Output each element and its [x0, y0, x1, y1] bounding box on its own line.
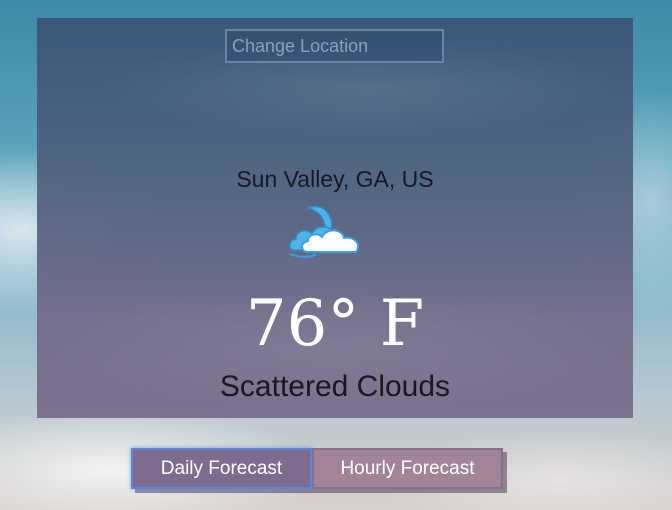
temperature-readout: 76° F [245, 287, 425, 361]
change-location-input[interactable] [225, 29, 444, 63]
weather-description: Scattered Clouds [219, 370, 451, 403]
daily-forecast-button[interactable]: Daily Forecast [131, 448, 312, 489]
location-name: Sun Valley, GA, US [236, 166, 434, 192]
scattered-clouds-night-icon [289, 206, 360, 258]
hourly-forecast-button[interactable]: Hourly Forecast [312, 448, 503, 489]
